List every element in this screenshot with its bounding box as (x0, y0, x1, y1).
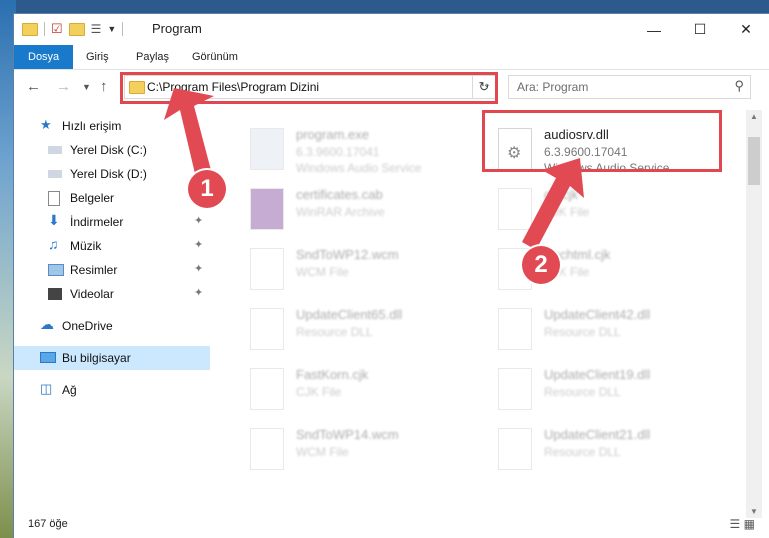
arrow-1 (164, 88, 214, 178)
item-count: 167 öğe (28, 518, 68, 530)
step-2-badge: 2 (522, 246, 560, 284)
file-explorer-window: ☑ ☰ ▼ Program — ☐ ✕ Dosya Giriş Paylaş G… (14, 14, 769, 538)
step-1-badge: 1 (188, 170, 226, 208)
annotation-arrows (164, 88, 584, 250)
details-view-icon[interactable]: ☰ (730, 517, 741, 531)
status-bar: 167 öğe ☰ ▦ (14, 514, 769, 538)
view-toggles: ☰ ▦ (730, 517, 755, 531)
large-icons-view-icon[interactable]: ▦ (744, 517, 755, 531)
scrollbar-thumb[interactable] (748, 137, 760, 185)
vertical-scrollbar[interactable]: ▲ ▼ (746, 110, 762, 518)
arrow-2 (522, 158, 584, 250)
scroll-up-icon[interactable]: ▲ (750, 112, 758, 121)
